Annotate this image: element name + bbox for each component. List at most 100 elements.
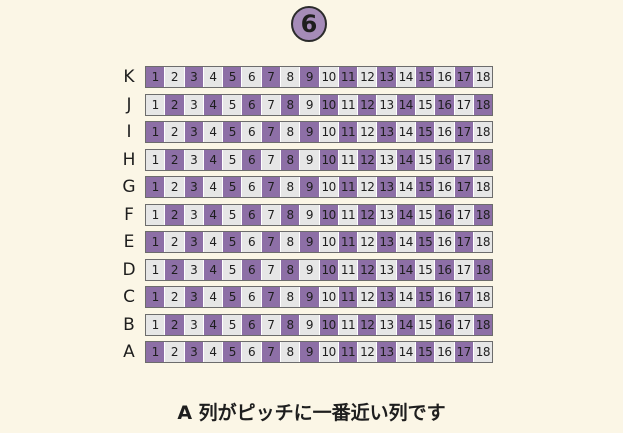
seat-k-4[interactable]: 4	[203, 67, 224, 87]
seat-b-14[interactable]: 14	[396, 314, 416, 335]
seat-j-8[interactable]: 8	[280, 94, 301, 115]
seat-e-12[interactable]: 12	[358, 232, 378, 252]
seat-f-16[interactable]: 16	[435, 204, 455, 225]
seat-f-12[interactable]: 12	[358, 204, 378, 225]
seat-h-14[interactable]: 14	[396, 149, 416, 170]
seat-j-13[interactable]: 13	[377, 94, 397, 115]
seat-g-3[interactable]: 3	[184, 177, 204, 197]
seat-f-3[interactable]: 3	[184, 204, 204, 225]
seat-f-17[interactable]: 17	[454, 204, 474, 225]
seat-k-3[interactable]: 3	[184, 67, 204, 87]
seat-f-18[interactable]: 18	[473, 204, 493, 225]
seat-i-8[interactable]: 8	[280, 122, 301, 142]
seat-j-18[interactable]: 18	[473, 94, 493, 115]
seat-h-12[interactable]: 12	[358, 149, 378, 170]
seat-j-7[interactable]: 7	[261, 94, 281, 115]
seat-d-18[interactable]: 18	[473, 259, 493, 280]
seat-e-10[interactable]: 10	[319, 232, 339, 252]
seat-e-14[interactable]: 14	[396, 232, 416, 252]
seat-g-6[interactable]: 6	[242, 177, 262, 197]
seat-j-10[interactable]: 10	[319, 94, 339, 115]
seat-b-11[interactable]: 11	[338, 314, 359, 335]
seat-k-14[interactable]: 14	[396, 67, 416, 87]
seat-e-15[interactable]: 15	[415, 232, 436, 252]
seat-d-4[interactable]: 4	[203, 259, 224, 280]
seat-i-2[interactable]: 2	[165, 122, 185, 142]
seat-c-4[interactable]: 4	[203, 287, 224, 307]
seat-f-4[interactable]: 4	[203, 204, 224, 225]
seat-c-17[interactable]: 17	[454, 287, 474, 307]
seat-a-14[interactable]: 14	[396, 342, 416, 362]
seat-c-1[interactable]: 1	[146, 287, 166, 307]
seat-c-16[interactable]: 16	[435, 287, 455, 307]
seat-c-12[interactable]: 12	[358, 287, 378, 307]
seat-b-18[interactable]: 18	[473, 314, 493, 335]
seat-a-17[interactable]: 17	[454, 342, 474, 362]
seat-f-6[interactable]: 6	[242, 204, 262, 225]
seat-e-18[interactable]: 18	[473, 232, 493, 252]
seat-a-15[interactable]: 15	[415, 342, 436, 362]
seat-g-14[interactable]: 14	[396, 177, 416, 197]
seat-h-16[interactable]: 16	[435, 149, 455, 170]
seat-g-10[interactable]: 10	[319, 177, 339, 197]
seat-g-11[interactable]: 11	[338, 177, 359, 197]
seat-b-10[interactable]: 10	[319, 314, 339, 335]
seat-k-16[interactable]: 16	[435, 67, 455, 87]
seat-b-4[interactable]: 4	[203, 314, 224, 335]
seat-d-2[interactable]: 2	[165, 259, 185, 280]
seat-i-12[interactable]: 12	[358, 122, 378, 142]
seat-e-5[interactable]: 5	[223, 232, 243, 252]
seat-c-5[interactable]: 5	[223, 287, 243, 307]
seat-f-1[interactable]: 1	[146, 204, 166, 225]
seat-b-7[interactable]: 7	[261, 314, 281, 335]
seat-e-17[interactable]: 17	[454, 232, 474, 252]
seat-k-2[interactable]: 2	[165, 67, 185, 87]
seat-g-1[interactable]: 1	[146, 177, 166, 197]
seat-k-13[interactable]: 13	[377, 67, 397, 87]
seat-j-5[interactable]: 5	[223, 94, 243, 115]
seat-c-3[interactable]: 3	[184, 287, 204, 307]
seat-k-17[interactable]: 17	[454, 67, 474, 87]
seat-i-16[interactable]: 16	[435, 122, 455, 142]
seat-j-14[interactable]: 14	[396, 94, 416, 115]
seat-a-8[interactable]: 8	[280, 342, 301, 362]
seat-i-9[interactable]: 9	[300, 122, 320, 142]
seat-g-16[interactable]: 16	[435, 177, 455, 197]
seat-a-13[interactable]: 13	[377, 342, 397, 362]
seat-e-11[interactable]: 11	[338, 232, 359, 252]
seat-c-18[interactable]: 18	[473, 287, 493, 307]
seat-d-5[interactable]: 5	[223, 259, 243, 280]
seat-c-6[interactable]: 6	[242, 287, 262, 307]
seat-i-7[interactable]: 7	[261, 122, 281, 142]
seat-i-14[interactable]: 14	[396, 122, 416, 142]
seat-e-8[interactable]: 8	[280, 232, 301, 252]
seat-e-13[interactable]: 13	[377, 232, 397, 252]
seat-b-8[interactable]: 8	[280, 314, 301, 335]
seat-b-17[interactable]: 17	[454, 314, 474, 335]
seat-h-6[interactable]: 6	[242, 149, 262, 170]
seat-i-6[interactable]: 6	[242, 122, 262, 142]
seat-e-16[interactable]: 16	[435, 232, 455, 252]
seat-i-18[interactable]: 18	[473, 122, 493, 142]
seat-i-1[interactable]: 1	[146, 122, 166, 142]
seat-a-16[interactable]: 16	[435, 342, 455, 362]
seat-d-14[interactable]: 14	[396, 259, 416, 280]
seat-a-4[interactable]: 4	[203, 342, 224, 362]
seat-h-5[interactable]: 5	[223, 149, 243, 170]
seat-g-12[interactable]: 12	[358, 177, 378, 197]
seat-e-9[interactable]: 9	[300, 232, 320, 252]
seat-d-9[interactable]: 9	[300, 259, 320, 280]
seat-k-8[interactable]: 8	[280, 67, 301, 87]
seat-b-9[interactable]: 9	[300, 314, 320, 335]
seat-g-15[interactable]: 15	[415, 177, 436, 197]
seat-g-2[interactable]: 2	[165, 177, 185, 197]
seat-k-5[interactable]: 5	[223, 67, 243, 87]
seat-a-11[interactable]: 11	[338, 342, 359, 362]
seat-f-11[interactable]: 11	[338, 204, 359, 225]
seat-d-1[interactable]: 1	[146, 259, 166, 280]
seat-k-12[interactable]: 12	[358, 67, 378, 87]
seat-c-15[interactable]: 15	[415, 287, 436, 307]
seat-j-11[interactable]: 11	[338, 94, 359, 115]
seat-e-1[interactable]: 1	[146, 232, 166, 252]
seat-i-3[interactable]: 3	[184, 122, 204, 142]
